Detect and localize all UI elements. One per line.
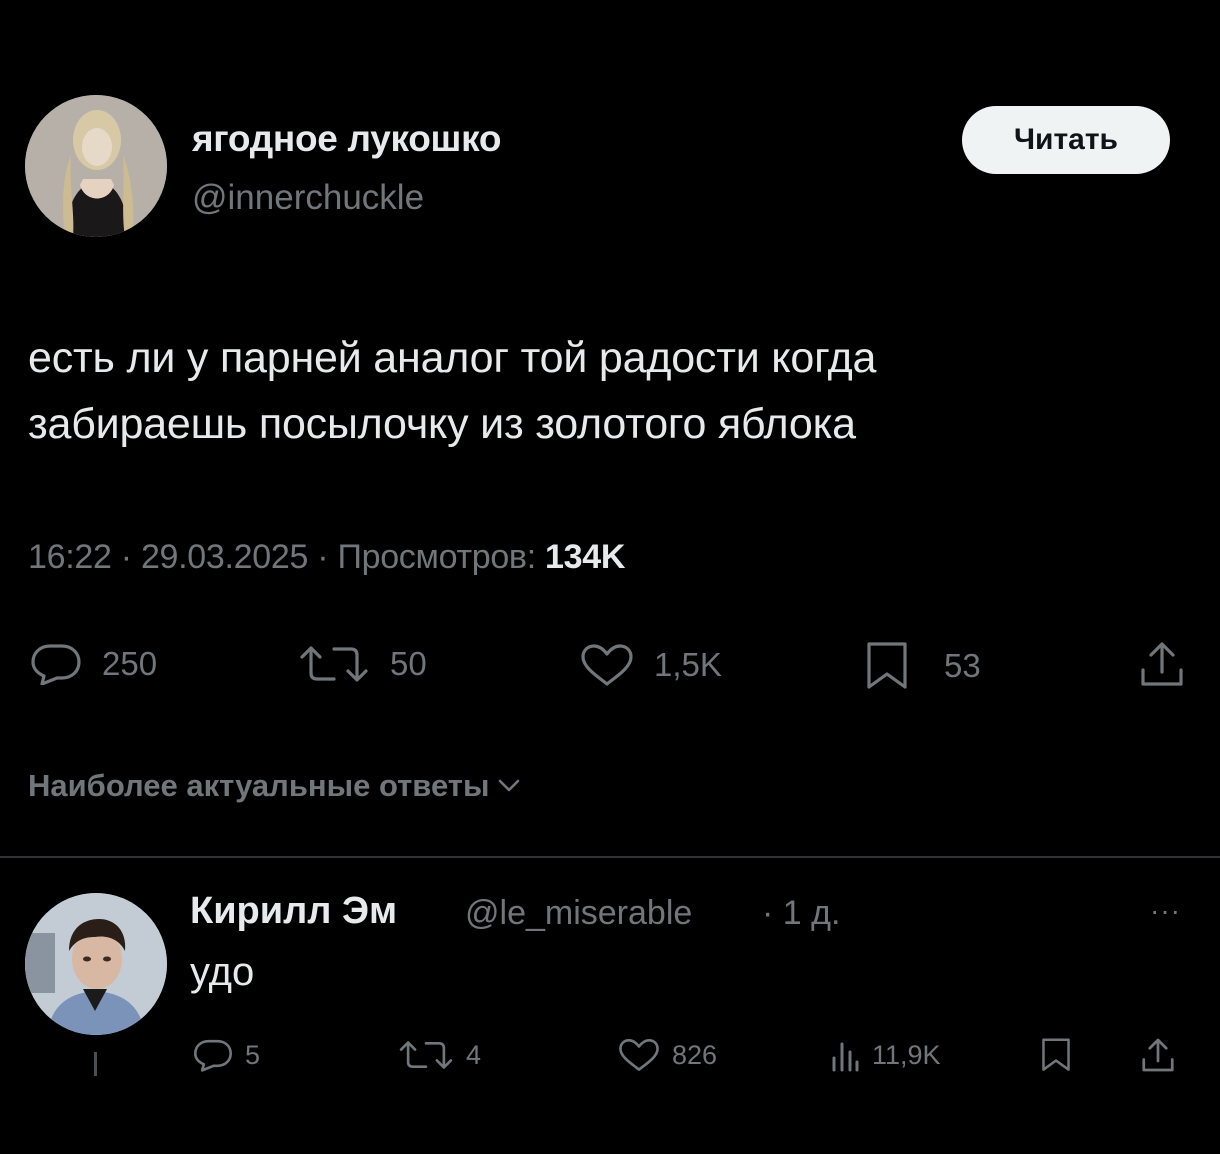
share-button[interactable] — [1138, 640, 1186, 688]
reply-reply-count: 5 — [245, 1039, 261, 1070]
reply-bookmark-button[interactable] — [1040, 1036, 1072, 1074]
views-count[interactable]: 134K — [545, 538, 625, 576]
reply-text: удо — [190, 950, 255, 994]
repost-button[interactable]: 50 — [298, 643, 427, 685]
section-divider — [0, 856, 1220, 858]
replies-sort-dropdown[interactable]: Наиболее актуальные ответы — [28, 768, 521, 804]
tweet-text-line: забираешь посылочку из золотого яблока — [28, 400, 856, 448]
like-count: 1,5K — [654, 646, 722, 683]
heart-icon — [619, 1039, 659, 1071]
bookmark-count: 53 — [944, 647, 981, 684]
reply-like-button[interactable]: 826 — [618, 1038, 717, 1072]
thread-line — [94, 1052, 97, 1076]
bookmark-button[interactable]: 53 — [864, 641, 981, 691]
repost-icon — [399, 1041, 453, 1069]
reply-button[interactable]: 250 — [30, 643, 157, 685]
bookmark-icon — [867, 642, 907, 689]
chevron-down-icon — [499, 779, 520, 792]
author-handle[interactable]: @innerchuckle — [192, 178, 424, 218]
tweet-date[interactable]: 29.03.2025 — [141, 538, 308, 576]
reply-separator: · — [762, 894, 774, 932]
author-display-name[interactable]: ягодное лукошко — [192, 118, 501, 160]
reply-like-count: 826 — [672, 1039, 718, 1070]
views-icon — [832, 1042, 859, 1072]
tweet-text: есть ли у парней аналог той радости когд… — [28, 325, 1198, 457]
reply-count: 250 — [102, 645, 158, 682]
reply-views-button[interactable]: 11,9K — [830, 1038, 941, 1072]
reply-repost-count: 4 — [466, 1039, 482, 1070]
reply-reply-button[interactable]: 5 — [193, 1038, 260, 1072]
reply-icon — [31, 644, 81, 685]
views-label: Просмотров: — [337, 538, 536, 576]
repost-count: 50 — [390, 645, 427, 682]
author-avatar-image — [25, 95, 167, 237]
reply-author-handle[interactable]: @le_miserable — [465, 894, 692, 933]
reply-repost-button[interactable]: 4 — [398, 1038, 481, 1072]
tweet-time[interactable]: 16:22 — [28, 538, 112, 576]
tweet-meta: 16:22 · 29.03.2025 · Просмотров: 134K — [28, 538, 625, 577]
meta-separator: · — [317, 538, 329, 576]
replies-sort-label: Наиболее актуальные ответы — [28, 768, 490, 803]
reply-author-name[interactable]: Кирилл Эм — [190, 890, 397, 933]
reply-time: 1 д. — [782, 894, 841, 932]
tweet-text-line: есть ли у парней аналог той радости когд… — [28, 334, 877, 382]
heart-icon — [581, 644, 633, 686]
more-options-button[interactable]: ··· — [1150, 895, 1181, 927]
reply-share-button[interactable] — [1140, 1036, 1176, 1074]
reply-author-avatar[interactable] — [25, 893, 167, 1035]
share-icon — [1141, 642, 1183, 686]
meta-separator: · — [120, 538, 132, 576]
reply-icon — [194, 1039, 232, 1072]
share-icon — [1142, 1038, 1174, 1072]
author-avatar[interactable] — [25, 95, 167, 237]
reply-timestamp[interactable]: · 1 д. — [762, 894, 840, 933]
reply-author-avatar-image — [25, 893, 167, 1035]
repost-icon — [300, 646, 368, 682]
like-button[interactable]: 1,5K — [580, 643, 722, 687]
reply-views-count: 11,9K — [872, 1039, 941, 1070]
follow-button[interactable]: Читать — [962, 106, 1170, 174]
bookmark-icon — [1042, 1038, 1070, 1071]
